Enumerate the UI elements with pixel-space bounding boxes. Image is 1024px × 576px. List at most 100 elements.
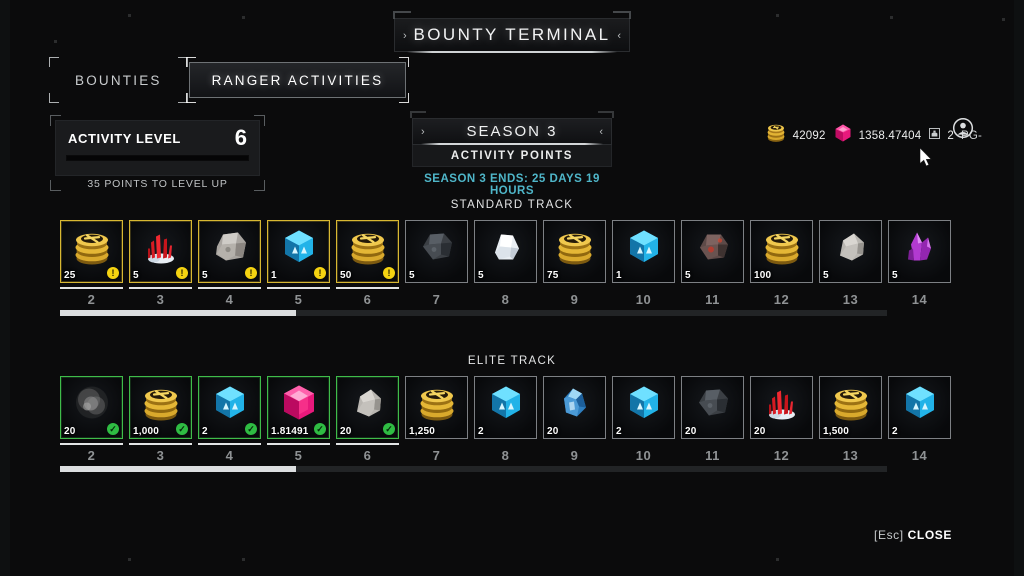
standard-track: 25! 5! 5! 1! 50 ! 5 5 75 1 5 100 5 5 2 3… — [60, 220, 951, 316]
tier-number: 9 — [570, 292, 579, 307]
tier-underline — [750, 287, 813, 289]
standard-reward-tile[interactable]: 50! — [336, 220, 399, 283]
prev-page-chevron-icon[interactable]: › — [403, 30, 407, 42]
card-corner — [50, 115, 61, 126]
tier-underline — [336, 443, 399, 445]
reward-quantity: 5 — [685, 270, 691, 281]
standard-reward-tile[interactable]: 100 — [750, 220, 813, 283]
standard-reward-tile[interactable]: 1 — [612, 220, 675, 283]
currency-gold[interactable]: 42092 — [765, 122, 826, 149]
standard-reward-tile[interactable]: 5 — [474, 220, 537, 283]
reward-quantity: 25 — [64, 270, 76, 281]
tab-corner — [399, 57, 410, 67]
elite-progress-bar — [60, 466, 887, 472]
frame-tick — [776, 14, 779, 17]
elite-reward-tile[interactable]: 20 ✓ — [336, 376, 399, 439]
blue-cube-icon — [279, 227, 319, 272]
tier-underline — [681, 287, 744, 289]
tier-number: 2 — [87, 292, 96, 307]
activity-level-label: ACTIVITY LEVEL — [68, 130, 181, 146]
standard-reward-row: 25! 5! 5! 1! 50 ! 5 5 75 1 5 100 5 5 — [60, 220, 951, 283]
tier-number: 7 — [432, 292, 441, 307]
tab-bounties[interactable]: BOUNTIES — [49, 57, 188, 103]
frame-tick — [776, 558, 779, 561]
elite-reward-tile[interactable]: 1,500 — [819, 376, 882, 439]
standard-reward-tile[interactable]: 1! — [267, 220, 330, 283]
gray-rock-icon — [830, 228, 872, 271]
season-subtitle: ACTIVITY POINTS — [412, 145, 612, 167]
dark-ore-icon — [416, 228, 458, 271]
standard-reward-tile[interactable]: 5 — [819, 220, 882, 283]
elite-reward-tile[interactable]: 20 ✓ — [60, 376, 123, 439]
tier-number: 3 — [156, 448, 165, 463]
elite-reward-tile[interactable]: 1.81491 ✓ — [267, 376, 330, 439]
tier-number: 7 — [432, 448, 441, 463]
page-title: BOUNTY TERMINAL — [413, 25, 611, 44]
currency-salvage[interactable]: 2 — [928, 127, 954, 145]
tab-corner — [49, 93, 59, 103]
season-prev-chevron-icon[interactable]: › — [421, 126, 425, 138]
elite-reward-tile[interactable]: 2 ✓ — [198, 376, 261, 439]
tab-ranger-activities[interactable]: RANGER ACTIVITIES — [185, 57, 410, 103]
elite-reward-tile[interactable]: 2 — [888, 376, 951, 439]
red-coral-icon — [761, 383, 803, 428]
reward-quantity: 2 — [892, 426, 898, 437]
tier-number: 10 — [635, 448, 652, 463]
season-next-chevron-icon[interactable]: ‹ — [599, 126, 603, 138]
tier-number: 14 — [911, 292, 928, 307]
elite-reward-tile[interactable]: 1,000 ✓ — [129, 376, 192, 439]
claimed-check-icon: ✓ — [383, 423, 395, 435]
reward-quantity: 50 — [340, 270, 352, 281]
season-selector[interactable]: › SEASON 3 ‹ — [410, 111, 614, 145]
reward-quantity: 2 — [616, 426, 622, 437]
account-avatar-icon[interactable] — [952, 117, 974, 139]
standard-reward-tile[interactable]: 5! — [129, 220, 192, 283]
reward-quantity: 20 — [340, 426, 352, 437]
reward-quantity: 2 — [478, 426, 484, 437]
tier-number: 3 — [156, 292, 165, 307]
tier-underline — [336, 287, 399, 289]
currency-gem[interactable]: 1358.47404 — [833, 123, 922, 148]
reward-quantity: 20 — [685, 426, 697, 437]
close-action-label: CLOSE — [907, 528, 952, 542]
tier-number: 12 — [773, 448, 790, 463]
tier-underline — [819, 443, 882, 445]
elite-progress-fill — [60, 466, 296, 472]
standard-reward-tile[interactable]: 25! — [60, 220, 123, 283]
elite-reward-tile[interactable]: 20 — [681, 376, 744, 439]
gold-coins-icon — [415, 381, 459, 430]
elite-track-header: ELITE TRACK — [467, 355, 557, 367]
reward-quantity: 5 — [478, 270, 484, 281]
elite-reward-tile[interactable]: 20 — [750, 376, 813, 439]
standard-reward-tile[interactable]: 5 — [405, 220, 468, 283]
claimable-badge-icon: ! — [383, 267, 395, 279]
elite-reward-tile[interactable]: 2 — [474, 376, 537, 439]
reward-quantity: 1,250 — [409, 426, 436, 437]
title-corner-left — [393, 11, 411, 19]
white-crystal-icon — [485, 227, 527, 272]
standard-reward-tile[interactable]: 5! — [198, 220, 261, 283]
gray-dust-icon — [70, 382, 114, 429]
reward-quantity: 100 — [754, 270, 772, 281]
tier-underline — [612, 287, 675, 289]
tier-underline — [60, 287, 123, 289]
standard-reward-tile[interactable]: 75 — [543, 220, 606, 283]
tier-number: 4 — [225, 448, 234, 463]
next-page-chevron-icon[interactable]: ‹ — [617, 30, 621, 42]
right-frame-edge — [1014, 0, 1024, 576]
gold-coins-icon — [139, 381, 183, 430]
standard-reward-tile[interactable]: 5 — [888, 220, 951, 283]
standard-reward-tile[interactable]: 5 — [681, 220, 744, 283]
frame-tick — [242, 558, 245, 561]
elite-reward-tile[interactable]: 1,250 — [405, 376, 468, 439]
bounty-terminal-screen: › BOUNTY TERMINAL ‹ BOUNTIES RANGER ACTI… — [0, 0, 1024, 576]
elite-reward-tile[interactable]: 2 — [612, 376, 675, 439]
close-hint[interactable]: [Esc] CLOSE — [874, 528, 952, 542]
reward-quantity: 5 — [823, 270, 829, 281]
season-corner — [598, 111, 614, 118]
elite-reward-tile[interactable]: 20 — [543, 376, 606, 439]
window-title-bar: › BOUNTY TERMINAL ‹ — [393, 11, 631, 53]
tier-number: 5 — [294, 292, 303, 307]
season-corner — [410, 111, 426, 118]
frame-tick — [54, 40, 57, 43]
